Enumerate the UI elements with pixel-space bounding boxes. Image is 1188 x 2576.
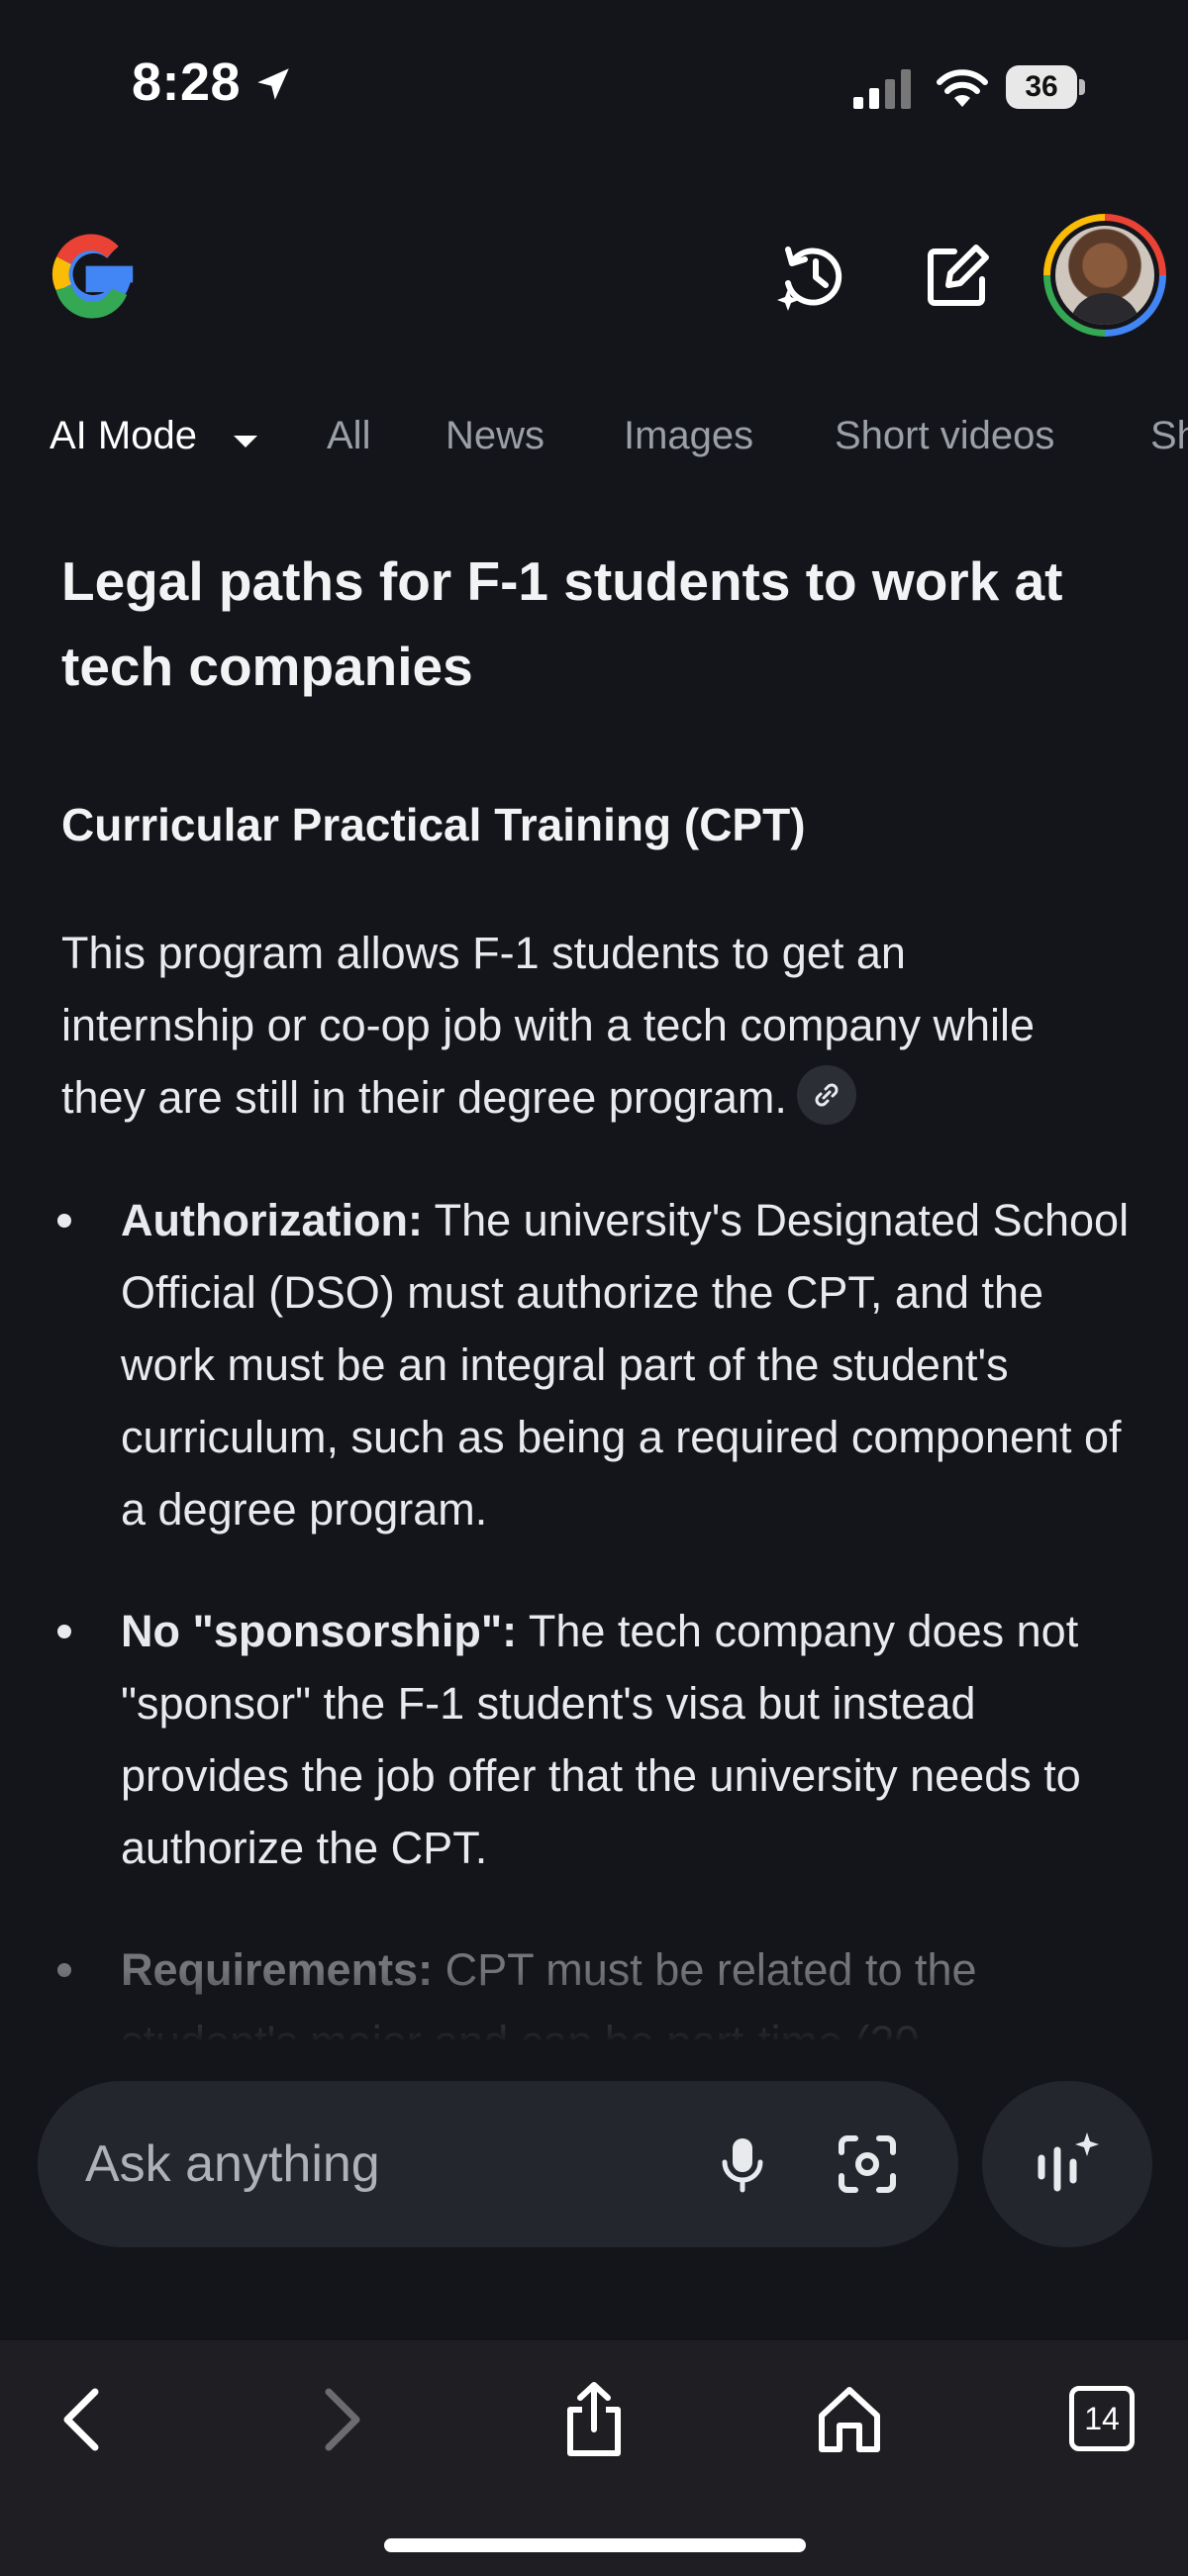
battery-indicator: 36 (1006, 65, 1087, 109)
ask-input[interactable]: Ask anything (38, 2081, 958, 2247)
google-lens-camera-icon[interactable] (834, 2130, 901, 2198)
tab-shopping-partial[interactable]: Sh (1150, 414, 1188, 458)
bullet-label: Authorization: (121, 1195, 423, 1245)
bullet-dot (57, 1214, 71, 1228)
chevron-down-icon[interactable] (234, 436, 257, 447)
home-icon[interactable] (810, 2380, 889, 2459)
microphone-icon[interactable] (711, 2132, 774, 2196)
tabs-count-button[interactable]: 14 (1063, 2380, 1142, 2459)
bullet-label: No "sponsorship": (121, 1606, 518, 1656)
bullet-text: The university's Designated School Offic… (121, 1195, 1130, 1535)
share-icon[interactable] (554, 2380, 634, 2459)
avatar-photo (1055, 226, 1154, 325)
tab-news[interactable]: News (446, 414, 544, 458)
location-arrow-icon (257, 68, 289, 100)
tab-count: 14 (1084, 2401, 1120, 2436)
tab-ai-mode[interactable]: AI Mode (50, 414, 197, 458)
bullet-dot (57, 1625, 71, 1638)
source-link-button[interactable] (796, 1065, 856, 1126)
tab-all[interactable]: All (327, 414, 370, 458)
cellular-signal-icon (853, 69, 911, 109)
status-time: 8:28 (132, 52, 242, 112)
home-indicator (384, 2538, 806, 2552)
section-heading: Curricular Practical Training (CPT) (61, 799, 806, 850)
intro-text: This program allows F-1 students to get … (61, 928, 1036, 1123)
new-chat-edit-icon[interactable] (919, 238, 996, 315)
intro-paragraph: This program allows F-1 students to get … (61, 917, 1111, 1134)
google-logo-icon[interactable] (44, 226, 141, 323)
search-tabs: AI Mode All News Images Short videos Sh (0, 414, 1188, 473)
history-icon[interactable] (774, 238, 851, 315)
ask-placeholder: Ask anything (85, 2135, 380, 2193)
account-avatar[interactable] (1043, 214, 1166, 337)
sparkle-waveform-icon (1038, 2132, 1099, 2192)
forward-chevron-icon[interactable] (299, 2380, 378, 2459)
tab-images[interactable]: Images (624, 414, 753, 458)
back-chevron-icon[interactable] (46, 2380, 125, 2459)
wifi-icon (937, 69, 988, 107)
voice-live-sparkle-button[interactable] (982, 2081, 1152, 2247)
link-icon (815, 1083, 839, 1107)
tab-short-videos[interactable]: Short videos (835, 414, 1054, 458)
browser-toolbar: 14 (0, 2340, 1188, 2576)
battery-level: 36 (1025, 70, 1058, 103)
answer-title: Legal paths for F-1 students to work at … (61, 550, 1063, 697)
